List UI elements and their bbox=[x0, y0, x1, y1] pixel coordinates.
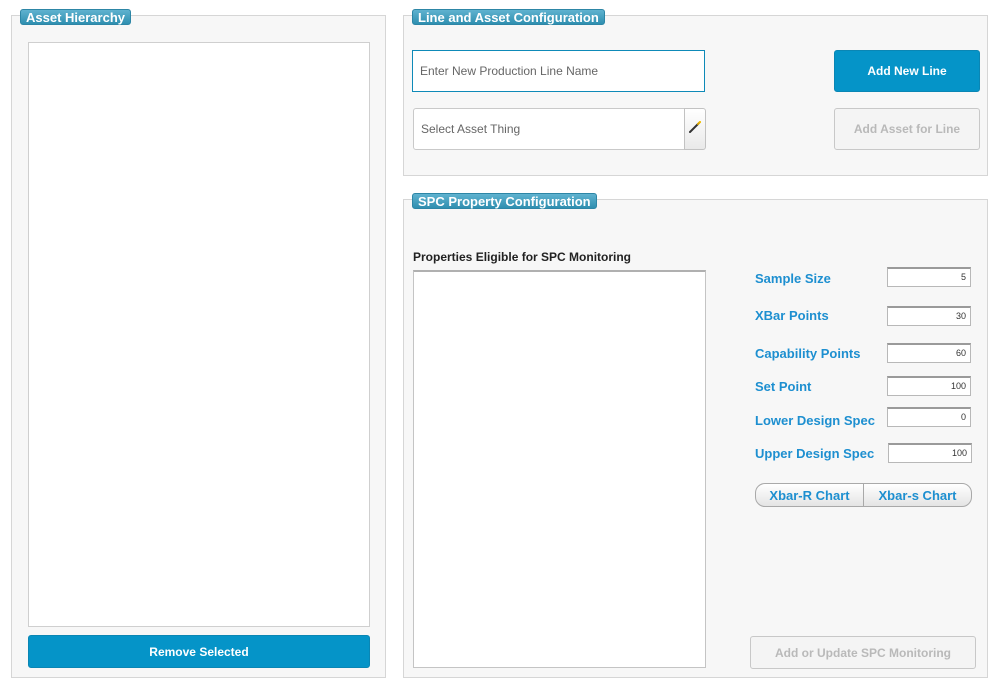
chart-type-toggle: Xbar-R Chart Xbar-s Chart bbox=[755, 483, 972, 507]
set-point-input[interactable]: 100 bbox=[887, 376, 971, 396]
set-point-label: Set Point bbox=[755, 379, 812, 394]
asset-hierarchy-panel: Asset Hierarchy Remove Selected bbox=[11, 9, 386, 678]
add-new-line-button[interactable]: Add New Line bbox=[834, 50, 980, 92]
add-update-spc-monitoring-button[interactable]: Add or Update SPC Monitoring bbox=[750, 636, 976, 669]
asset-picker-button[interactable] bbox=[684, 108, 706, 150]
capability-points-label: Capability Points bbox=[755, 346, 861, 361]
upper-design-spec-label: Upper Design Spec bbox=[755, 446, 875, 461]
xbar-r-chart-button[interactable]: Xbar-R Chart bbox=[756, 484, 863, 506]
spc-config-title: SPC Property Configuration bbox=[412, 193, 597, 209]
lower-design-spec-label: Lower Design Spec bbox=[755, 413, 875, 428]
upper-design-spec-input[interactable]: 100 bbox=[888, 443, 972, 463]
line-asset-config-panel: Line and Asset Configuration Enter New P… bbox=[403, 9, 988, 176]
production-line-name-input[interactable]: Enter New Production Line Name bbox=[412, 50, 705, 92]
add-asset-for-line-button[interactable]: Add Asset for Line bbox=[834, 108, 980, 150]
line-asset-config-title: Line and Asset Configuration bbox=[412, 9, 605, 25]
asset-hierarchy-title: Asset Hierarchy bbox=[20, 9, 131, 25]
sample-size-input[interactable]: 5 bbox=[887, 267, 971, 287]
remove-selected-button[interactable]: Remove Selected bbox=[28, 635, 370, 668]
xbar-points-input[interactable]: 30 bbox=[887, 306, 971, 326]
spc-property-config-panel: SPC Property Configuration Properties El… bbox=[403, 193, 988, 678]
asset-thing-select[interactable]: Select Asset Thing bbox=[413, 108, 685, 150]
capability-points-input[interactable]: 60 bbox=[887, 343, 971, 363]
asset-hierarchy-tree[interactable] bbox=[28, 42, 370, 627]
eligible-properties-heading: Properties Eligible for SPC Monitoring bbox=[413, 250, 632, 264]
eligible-properties-list[interactable] bbox=[413, 270, 706, 668]
xbar-s-chart-button[interactable]: Xbar-s Chart bbox=[863, 484, 971, 506]
xbar-points-label: XBar Points bbox=[755, 308, 829, 323]
lower-design-spec-input[interactable]: 0 bbox=[887, 407, 971, 427]
magic-wand-icon bbox=[688, 120, 702, 139]
sample-size-label: Sample Size bbox=[755, 271, 831, 286]
